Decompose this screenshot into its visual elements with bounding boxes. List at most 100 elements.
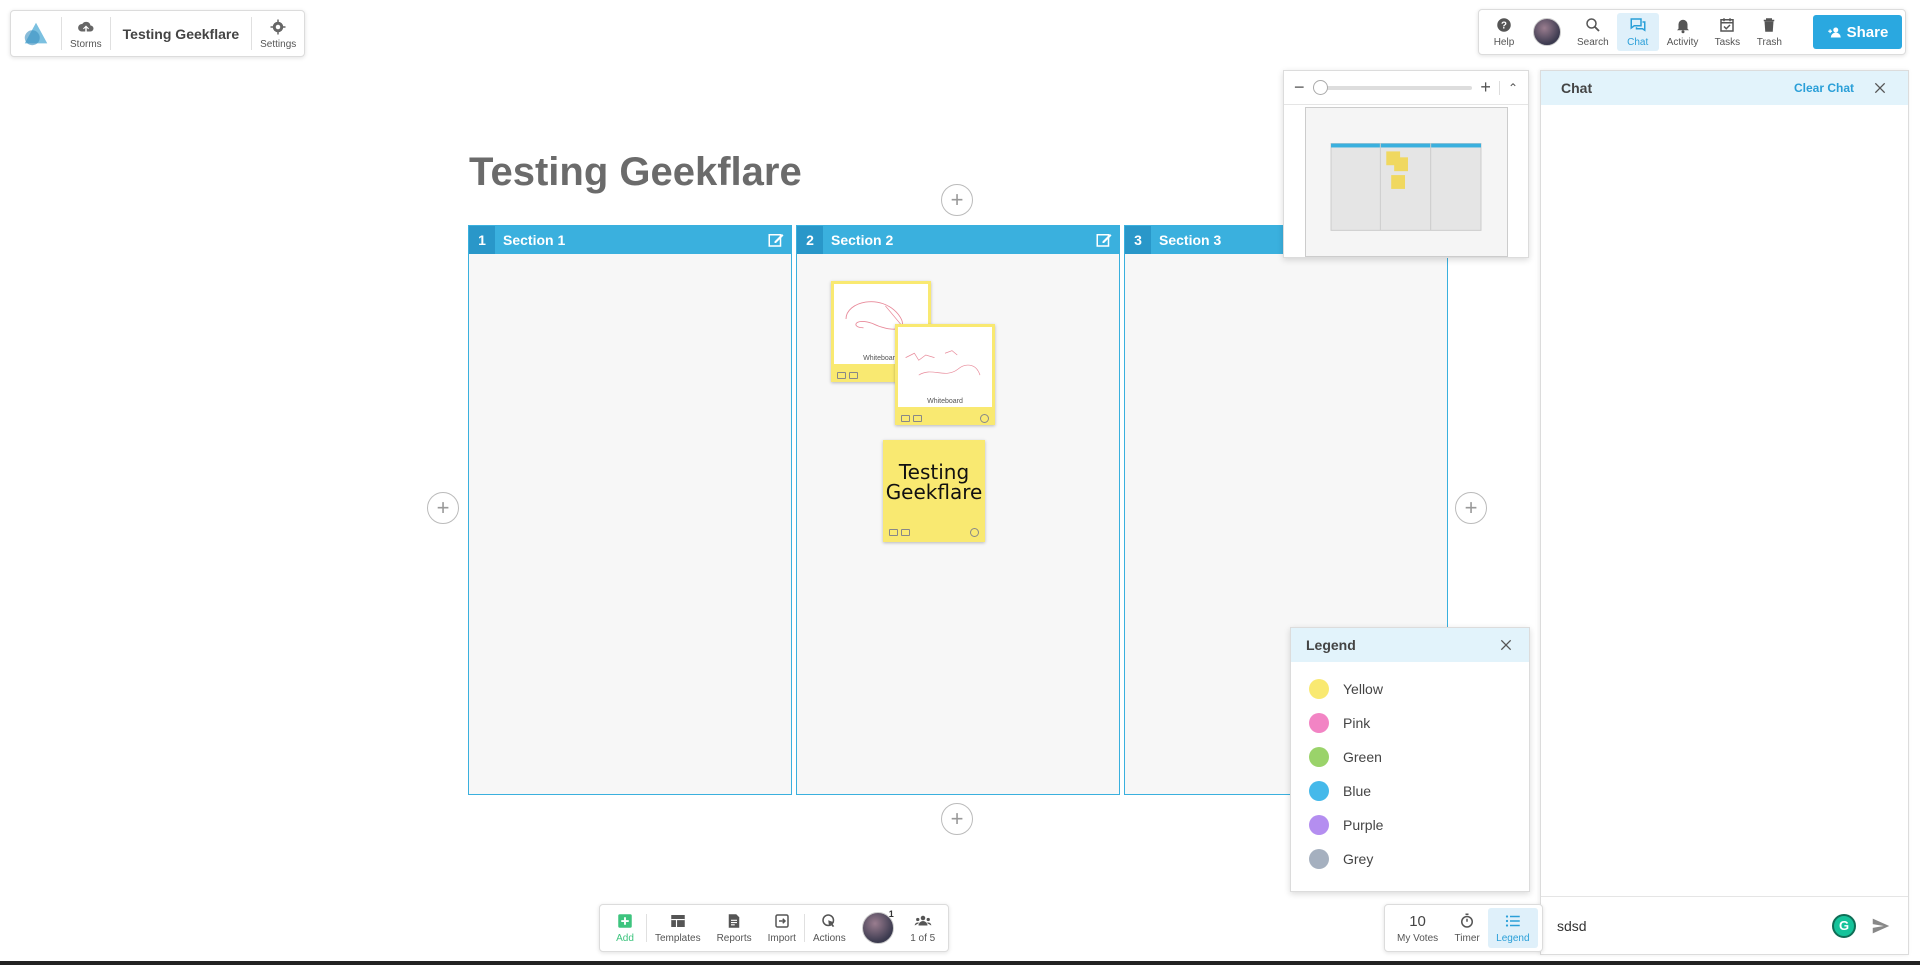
legend-label: Green [1343, 749, 1382, 765]
chat-button[interactable]: Chat [1616, 13, 1659, 51]
search-icon [1586, 18, 1600, 32]
search-button[interactable]: Search [1569, 13, 1617, 51]
settings-button[interactable]: Settings [252, 11, 304, 56]
edit-icon[interactable] [1095, 231, 1113, 249]
idea-card[interactable]: Testing Geekflare [883, 440, 985, 542]
check-icon[interactable] [980, 413, 989, 423]
close-icon[interactable] [1872, 80, 1888, 96]
minimap-preview [1330, 143, 1482, 231]
legend-title: Legend [1306, 637, 1356, 653]
send-icon[interactable] [1870, 915, 1892, 937]
collapse-icon[interactable]: ⌃ [1498, 80, 1518, 95]
section-2[interactable]: 2 Section 2 Whiteboard Whiteboard Testin… [796, 225, 1120, 795]
board-name[interactable]: Testing Geekflare [111, 11, 251, 56]
reports-label: Reports [716, 933, 752, 944]
chat-input[interactable] [1557, 917, 1832, 934]
attachment-icon[interactable] [913, 414, 922, 422]
legend-item-blue[interactable]: Blue [1291, 774, 1529, 808]
whiteboard-preview: Whiteboard [898, 327, 992, 407]
comment-icon[interactable] [837, 371, 846, 379]
attachment-icon[interactable] [901, 528, 910, 536]
zoom-slider[interactable] [1312, 79, 1473, 95]
trash-button[interactable]: Trash [1748, 13, 1790, 51]
add-button[interactable]: Add [604, 908, 646, 948]
whiteboard-card[interactable]: Whiteboard [895, 324, 995, 425]
tasks-button[interactable]: Tasks [1706, 13, 1748, 51]
grammarly-icon[interactable]: G [1832, 913, 1856, 938]
chat-title: Chat [1561, 80, 1593, 96]
card-footer [883, 524, 985, 540]
attachment-icon[interactable] [849, 371, 858, 379]
legend-item-grey[interactable]: Grey [1291, 842, 1529, 876]
templates-icon [671, 915, 685, 927]
legend-label: Blue [1343, 783, 1372, 799]
import-button[interactable]: Import [760, 908, 804, 948]
legend-button[interactable]: Legend [1488, 908, 1538, 948]
avatar-badge: 1 [888, 909, 894, 919]
templates-button[interactable]: Templates [647, 908, 709, 948]
tasks-label: Tasks [1714, 37, 1741, 48]
my-votes-button[interactable]: 10 My Votes [1389, 908, 1446, 948]
card-footer [895, 410, 995, 426]
svg-text:?: ? [1501, 20, 1507, 31]
share-button[interactable]: Share [1813, 15, 1902, 49]
add-section-right-button[interactable]: + [1455, 492, 1487, 524]
gear-icon [270, 19, 286, 34]
help-icon: ? [1497, 18, 1511, 32]
close-icon[interactable] [1498, 637, 1514, 653]
actions-button[interactable]: Actions [805, 908, 854, 948]
settings-label: Settings [260, 38, 297, 50]
comment-icon[interactable] [901, 414, 910, 422]
activity-button[interactable]: Activity [1659, 13, 1707, 51]
section-header: 1 Section 1 [469, 226, 791, 254]
actions-label: Actions [812, 933, 846, 944]
card-text: Testing Geekflare [885, 460, 983, 504]
storms-button[interactable]: Storms [62, 11, 110, 56]
add-section-left-button[interactable]: + [427, 492, 459, 524]
participant-avatar[interactable]: 1 [854, 908, 902, 948]
votes-toolbar: 10 My Votes Timer Legend [1384, 904, 1543, 952]
section-number: 1 [469, 226, 495, 254]
help-button[interactable]: ? Help [1483, 13, 1525, 51]
sketch-drawing [905, 350, 981, 376]
legend-item-green[interactable]: Green [1291, 740, 1529, 774]
color-dot [1309, 713, 1329, 733]
legend-label: Grey [1343, 851, 1374, 867]
clear-chat-button[interactable]: Clear Chat [1794, 81, 1854, 95]
zoom-controls: − + ⌃ [1284, 71, 1528, 105]
add-row-bottom-button[interactable]: + [941, 803, 973, 835]
legend-list: Yellow Pink Green Blue Purple Grey [1291, 662, 1529, 876]
section-title[interactable]: Section 1 [503, 232, 767, 248]
chat-panel: Chat Clear Chat G [1540, 70, 1909, 955]
report-icon [728, 914, 740, 928]
legend-item-pink[interactable]: Pink [1291, 706, 1529, 740]
reports-button[interactable]: Reports [709, 908, 760, 948]
legend-item-yellow[interactable]: Yellow [1291, 672, 1529, 706]
logo[interactable] [11, 11, 61, 56]
bell-icon [1676, 19, 1689, 34]
user-avatar-button[interactable] [1525, 13, 1569, 51]
board-title[interactable]: Testing Geekflare [469, 150, 802, 195]
minimap-viewport[interactable] [1305, 107, 1508, 257]
legend-item-purple[interactable]: Purple [1291, 808, 1529, 842]
share-label: Share [1846, 23, 1889, 41]
legend-header: Legend [1291, 628, 1529, 662]
timer-button[interactable]: Timer [1446, 908, 1488, 948]
section-1[interactable]: 1 Section 1 [468, 225, 792, 795]
add-label: Add [616, 933, 634, 944]
check-icon[interactable] [970, 527, 979, 537]
stopwatch-icon [1461, 913, 1474, 928]
zoom-out-icon[interactable]: − [1294, 77, 1305, 98]
zoom-in-icon[interactable]: + [1480, 77, 1491, 98]
edit-icon[interactable] [767, 231, 785, 249]
import-icon [775, 914, 789, 928]
participants-button[interactable]: 1 of 5 [902, 908, 944, 948]
chat-label: Chat [1627, 37, 1649, 48]
whiteboard-label: Whiteboard [927, 398, 963, 405]
comment-icon[interactable] [889, 528, 898, 536]
activity-label: Activity [1666, 37, 1699, 48]
section-title[interactable]: Section 2 [831, 232, 1095, 248]
add-row-top-button[interactable]: + [941, 184, 973, 216]
zoom-slider-handle[interactable] [1312, 79, 1328, 95]
color-dot [1309, 747, 1329, 767]
